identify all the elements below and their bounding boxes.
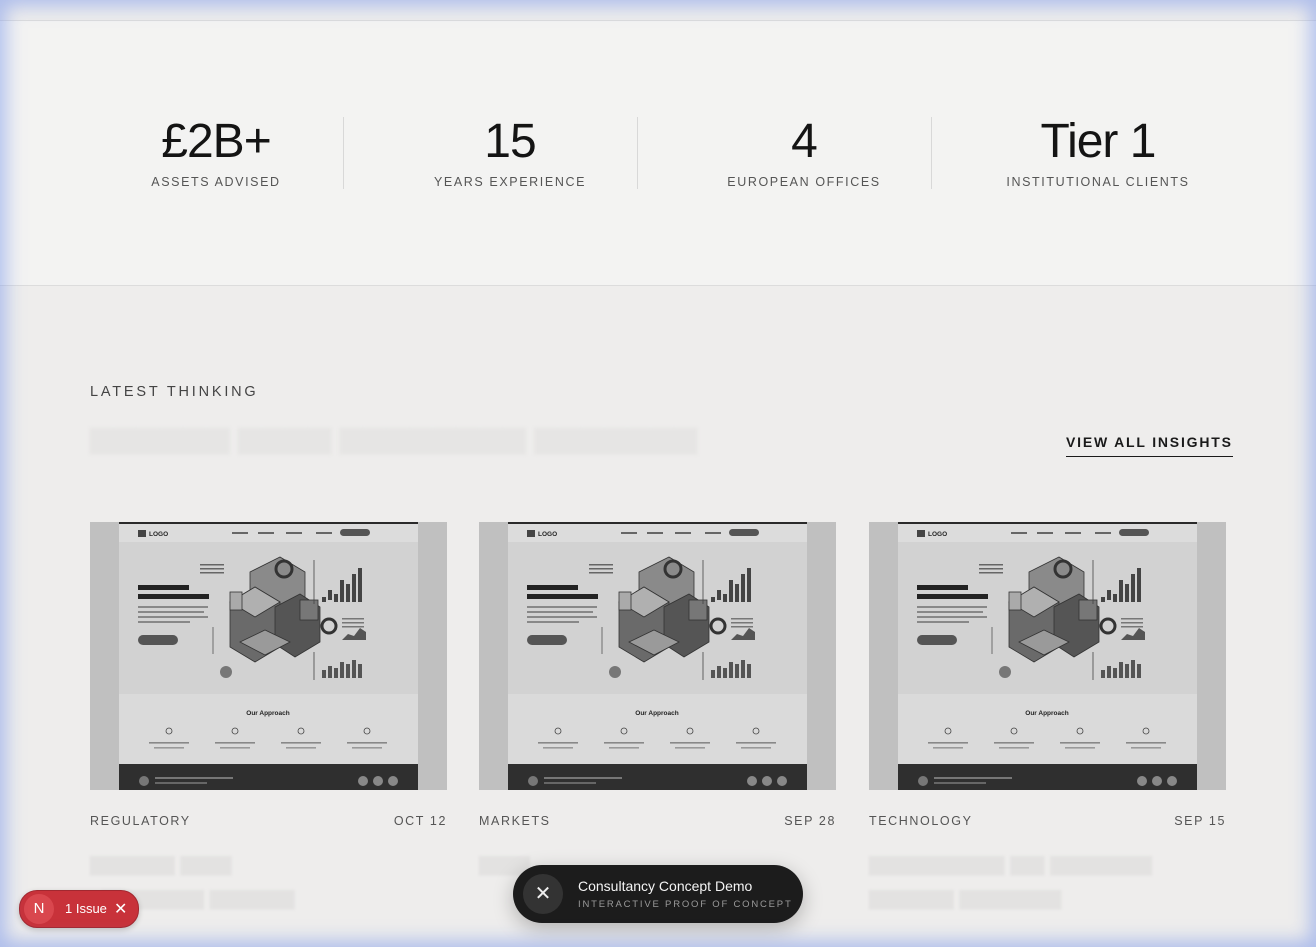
card-thumbnail: LOGO Our Approach	[479, 522, 836, 790]
toast-title: Consultancy Concept Demo	[578, 878, 753, 894]
insight-card-technology[interactable]: LOGO Our Approach TECHNOLOGY SEP 15 ▆▆▆▆▆…	[869, 522, 1226, 914]
mockup-section-title: Our Approach	[246, 710, 289, 717]
stat-divider	[343, 117, 344, 189]
card-date: SEP 15	[1174, 814, 1226, 828]
website-mockup-illustration: LOGO Our Approach	[90, 522, 447, 790]
stat-years: 15 YEARS EXPERIENCE	[363, 115, 657, 190]
section-eyebrow: LATEST THINKING	[90, 384, 259, 400]
website-mockup-illustration: LOGO Our Approach	[479, 522, 836, 790]
close-icon[interactable]: ✕	[114, 899, 127, 919]
stat-label: EUROPEAN OFFICES	[727, 175, 881, 189]
stat-offices: 4 EUROPEAN OFFICES	[657, 115, 951, 190]
mockup-section-title: Our Approach	[635, 710, 678, 717]
stat-divider	[637, 117, 638, 189]
stat-label: ASSETS ADVISED	[151, 175, 281, 189]
stat-value: £2B+	[161, 115, 271, 168]
website-mockup-illustration: LOGO Our Approach	[869, 522, 1226, 790]
card-category: REGULATORY	[90, 814, 191, 828]
card-category: TECHNOLOGY	[869, 814, 973, 828]
stats-band: £2B+ ASSETS ADVISED 15 YEARS EXPERIENCE …	[0, 21, 1316, 286]
close-icon[interactable]: ✕	[523, 874, 563, 914]
page: £2B+ ASSETS ADVISED 15 YEARS EXPERIENCE …	[0, 0, 1316, 947]
section-heading-faded: ▆▆▆▆▆▆ ▆▆▆▆ ▆▆▆▆▆▆▆▆ ▆▆▆▆▆▆▆	[90, 421, 698, 454]
stat-divider	[931, 117, 932, 189]
stat-assets: £2B+ ASSETS ADVISED	[69, 115, 363, 190]
card-meta: TECHNOLOGY SEP 15	[869, 814, 1226, 834]
card-date: OCT 12	[393, 814, 447, 828]
stat-label: INSTITUTIONAL CLIENTS	[1006, 175, 1190, 189]
card-category: MARKETS	[479, 814, 551, 828]
card-meta: MARKETS SEP 28	[479, 814, 836, 834]
mockup-section-title: Our Approach	[1025, 710, 1068, 717]
view-all-insights-link[interactable]: VIEW ALL INSIGHTS	[1066, 434, 1233, 457]
mockup-logo-text: LOGO	[149, 531, 168, 538]
issues-badge[interactable]: N 1 Issue ✕	[19, 890, 139, 928]
card-title-faded: ▆▆▆▆▆▆▆▆ ▆▆ ▆▆▆▆▆▆ ▆▆▆▆▆ ▆▆▆▆▆▆	[869, 850, 1152, 909]
avatar: N	[24, 894, 54, 924]
stat-value: 15	[484, 115, 536, 168]
issue-count: 1 Issue	[65, 901, 107, 916]
card-meta: REGULATORY OCT 12	[90, 814, 447, 834]
stat-label: YEARS EXPERIENCE	[433, 175, 587, 189]
toast-subtitle: INTERACTIVE PROOF OF CONCEPT	[578, 899, 793, 910]
card-date: SEP 28	[784, 814, 836, 828]
card-title-faded: ▆▆▆▆▆ ▆▆▆ ▆▆▆▆▆▆ ▆▆▆▆▆	[90, 850, 295, 909]
mockup-logo-text: LOGO	[538, 531, 557, 538]
mockup-logo-text: LOGO	[928, 531, 947, 538]
card-thumbnail: LOGO Our Approach	[90, 522, 447, 790]
stat-value: Tier 1	[1040, 115, 1157, 168]
card-thumbnail: LOGO Our Approach	[869, 522, 1226, 790]
insight-card-regulatory[interactable]: LOGO Our Approach REGULATORY OCT 12 ▆▆▆▆▆…	[90, 522, 447, 914]
insight-card-markets[interactable]: LOGO Our Approach MARKETS SEP 28 ▆▆▆	[479, 522, 836, 880]
stat-value: 4	[791, 115, 818, 168]
stat-clients: Tier 1 INSTITUTIONAL CLIENTS	[951, 115, 1245, 190]
demo-toast: ✕ Consultancy Concept Demo INTERACTIVE P…	[513, 865, 803, 923]
